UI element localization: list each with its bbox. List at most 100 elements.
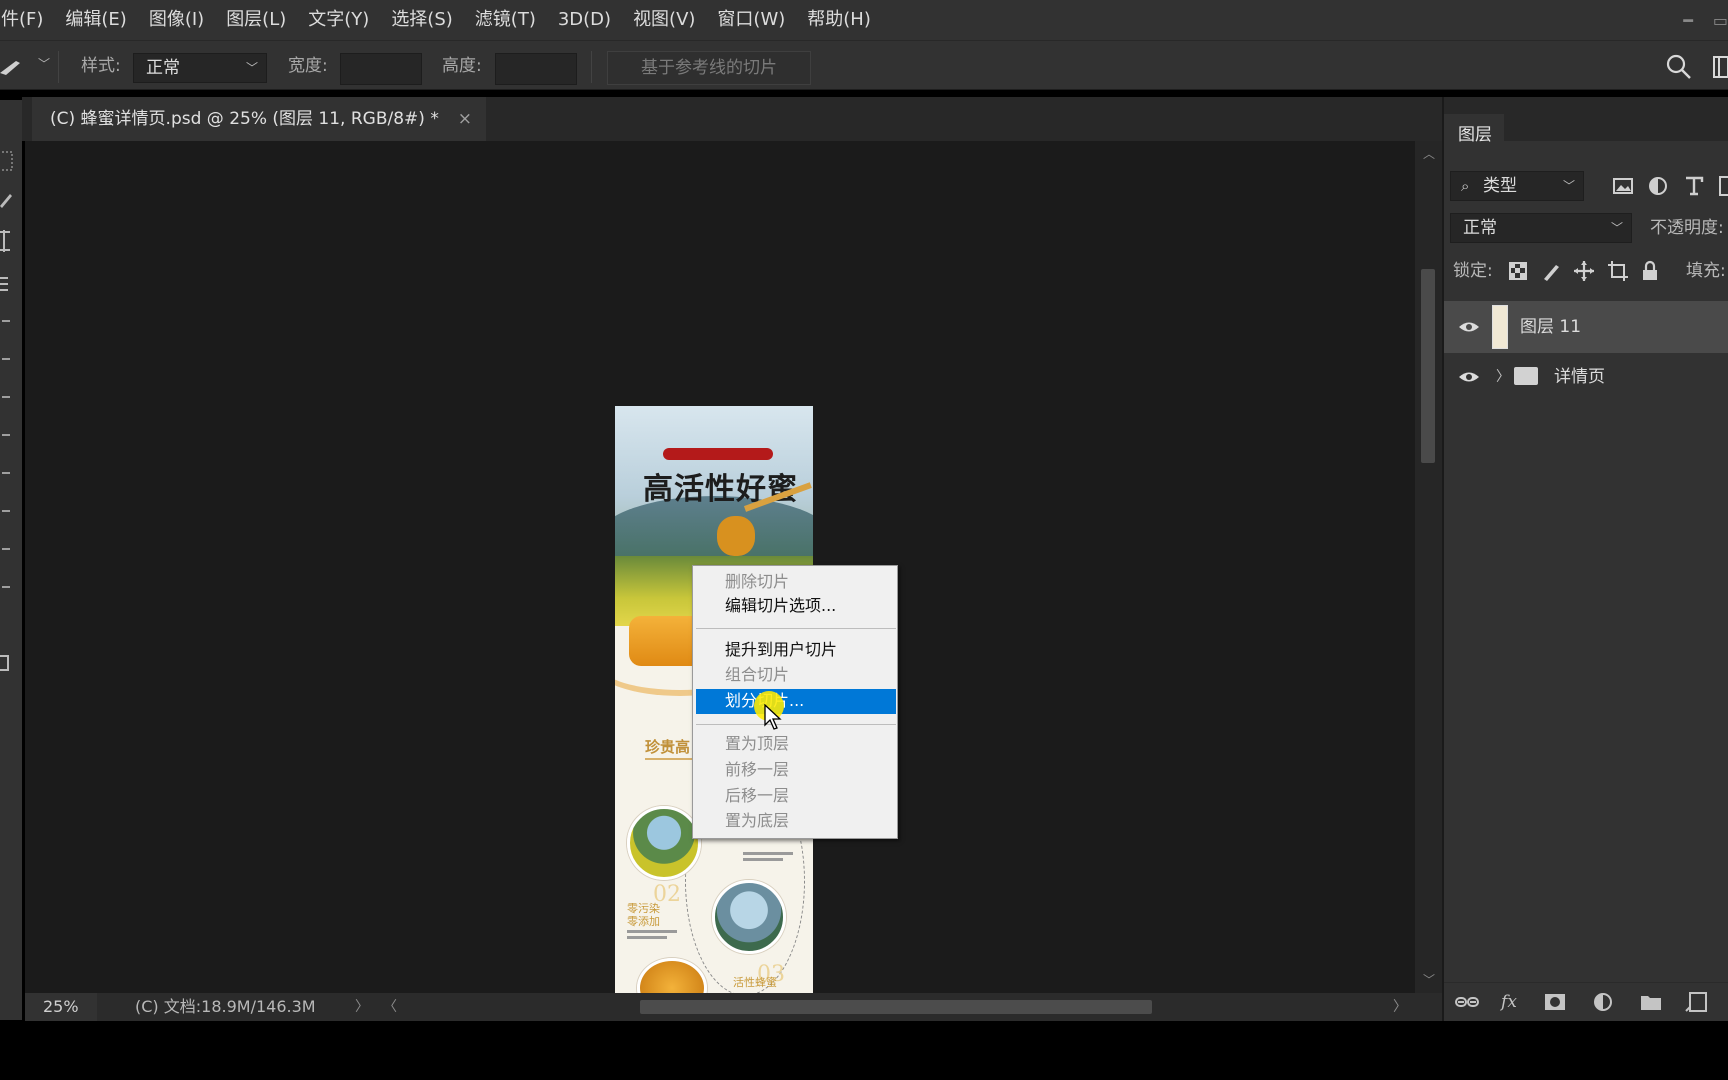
workspace-icon[interactable] (1712, 55, 1728, 79)
layer-row[interactable]: 图层 11 (1444, 301, 1728, 353)
menu-item-promote-to-user-slice[interactable]: 提升到用户切片 (725, 638, 837, 662)
adjustment-layer-icon[interactable] (1590, 989, 1616, 1015)
menu-item-combine-slices[interactable]: 组合切片 (725, 663, 789, 687)
poster-section-title: 珍贵高 (645, 738, 691, 756)
opacity-label: 不透明度: (1650, 218, 1724, 238)
poster-body-text (743, 852, 793, 855)
vertical-scrollbar[interactable]: ︿ ﹀ (1415, 141, 1442, 993)
menu-item-bring-forward[interactable]: 前移一层 (725, 758, 789, 782)
scroll-down-icon[interactable]: ﹀ (1423, 971, 1435, 988)
close-icon[interactable]: × (458, 97, 472, 141)
horizontal-scroll-thumb[interactable] (640, 1000, 1152, 1014)
menu-type[interactable]: 文字(Y) (297, 0, 380, 40)
mouse-cursor-icon (764, 704, 782, 730)
new-layer-icon[interactable] (1684, 989, 1710, 1015)
poster-title: 高活性好蜜 (643, 472, 798, 507)
height-input[interactable] (495, 53, 577, 85)
blend-mode-value: 正常 (1463, 218, 1497, 238)
scroll-up-icon[interactable]: ︿ (1423, 145, 1435, 162)
filter-type-layers-icon[interactable] (1682, 174, 1706, 198)
menu-view[interactable]: 视图(V) (622, 0, 706, 40)
layer-row[interactable]: 〉 详情页 (1444, 351, 1728, 403)
options-separator (591, 51, 592, 83)
status-bar: 25% (C) 文档:18.9M/146.3M 〉 〈 〉 (25, 993, 1442, 1021)
menu-item-bring-to-front[interactable]: 置为顶层 (725, 732, 789, 756)
lock-all-icon[interactable] (1638, 259, 1662, 283)
lock-label: 锁定: (1453, 261, 1493, 281)
tool-pen-icon[interactable] (2, 510, 10, 512)
add-mask-icon[interactable] (1542, 989, 1568, 1015)
style-label: 样式: (81, 56, 121, 76)
filter-pixel-layers-icon[interactable] (1611, 174, 1635, 198)
style-select-value: 正常 (146, 58, 180, 78)
tool-preset-chevron-icon[interactable]: ﹀ (38, 55, 50, 72)
new-group-icon[interactable] (1638, 989, 1664, 1015)
menu-help[interactable]: 帮助(H) (796, 0, 882, 40)
tool-dodge-icon[interactable] (2, 472, 10, 474)
lock-artboard-icon[interactable] (1606, 259, 1630, 283)
tab-layers[interactable]: 图层 (1444, 114, 1504, 156)
fill-label: 填充: (1686, 261, 1726, 281)
scroll-right-icon[interactable]: 〉 (1393, 993, 1407, 1021)
slices-from-guides-button[interactable]: 基于参考线的切片 (607, 51, 811, 85)
search-icon[interactable] (1665, 53, 1693, 81)
crop-tool-icon[interactable] (0, 228, 14, 254)
link-layers-icon[interactable] (1454, 989, 1480, 1015)
lock-transparent-pixels-icon[interactable] (1506, 259, 1530, 283)
window-controls: ━ ▭ (1683, 0, 1728, 40)
filter-shape-layers-icon[interactable] (1716, 174, 1728, 198)
menu-item-delete-slice[interactable]: 删除切片 (725, 570, 789, 594)
poster-circle-photo-1 (627, 806, 701, 880)
menu-window[interactable]: 窗口(W) (706, 0, 796, 40)
minimize-icon[interactable]: ━ (1683, 11, 1693, 30)
width-input[interactable] (340, 53, 422, 85)
filter-adjustment-layers-icon[interactable] (1646, 174, 1670, 198)
menu-item-edit-slice-options[interactable]: 编辑切片选项... (725, 594, 836, 618)
menu-item-send-to-back[interactable]: 置为底层 (725, 809, 789, 833)
poster-circle-photo-2 (712, 880, 786, 954)
layer-name: 详情页 (1554, 367, 1605, 387)
restore-icon[interactable]: ▭ (1713, 11, 1728, 30)
poster-caption-2: 活性蜂蜜 (733, 976, 777, 989)
menu-item-divide-slice[interactable]: 划分切片... (696, 689, 896, 714)
menu-image[interactable]: 图像(I) (138, 0, 215, 40)
lock-image-pixels-icon[interactable] (1540, 259, 1564, 283)
menu-3d[interactable]: 3D(D) (547, 0, 622, 40)
quick-mask-icon[interactable] (0, 652, 14, 676)
slice-tool-icon[interactable] (0, 55, 24, 77)
eye-icon[interactable] (1457, 315, 1481, 339)
layer-effects-icon[interactable]: fx (1496, 989, 1522, 1015)
menu-layer[interactable]: 图层(L) (215, 0, 297, 40)
menu-edit[interactable]: 编辑(E) (54, 0, 137, 40)
tool-gradient-icon[interactable] (2, 434, 10, 436)
poster-body-text (627, 930, 677, 933)
menu-item-send-backward[interactable]: 后移一层 (725, 784, 789, 808)
eyedropper-tool-icon[interactable] (0, 274, 14, 298)
menu-select[interactable]: 选择(S) (380, 0, 463, 40)
blend-mode-select[interactable]: 正常 ﹀ (1450, 213, 1632, 243)
poster-caption-1: 零污染 零添加 (627, 902, 660, 928)
marquee-tool-icon[interactable] (0, 150, 14, 174)
layer-filter-select[interactable]: ⌕ 类型 ﹀ (1450, 171, 1584, 201)
status-menu-arrow-icon[interactable]: 〉 (355, 993, 369, 1021)
document-tab[interactable]: (C) 蜂蜜详情页.psd @ 25% (图层 11, RGB/8#) * × (32, 97, 486, 141)
tool-path-select-icon[interactable] (2, 586, 10, 588)
brush-tool-icon[interactable] (0, 188, 14, 210)
tool-text-icon[interactable] (2, 548, 10, 550)
style-select[interactable]: 正常 ﹀ (133, 53, 267, 83)
chevron-right-icon[interactable]: 〉 (1496, 351, 1510, 403)
lock-position-icon[interactable] (1572, 259, 1596, 283)
tool-healing-icon[interactable] (2, 320, 10, 322)
menu-file[interactable]: 件(F) (0, 0, 54, 40)
tool-eraser-icon[interactable] (2, 396, 10, 398)
width-label: 宽度: (288, 56, 328, 76)
zoom-level[interactable]: 25% (25, 993, 97, 1021)
height-label: 高度: (442, 56, 482, 76)
tool-clone-icon[interactable] (2, 358, 10, 360)
menu-filter[interactable]: 滤镜(T) (464, 0, 547, 40)
scroll-left-icon[interactable]: 〈 (383, 993, 397, 1021)
document-info[interactable]: (C) 文档:18.9M/146.3M (135, 993, 316, 1021)
eye-icon[interactable] (1457, 365, 1481, 389)
vertical-scroll-thumb[interactable] (1421, 269, 1435, 463)
tools-panel (0, 100, 22, 1020)
